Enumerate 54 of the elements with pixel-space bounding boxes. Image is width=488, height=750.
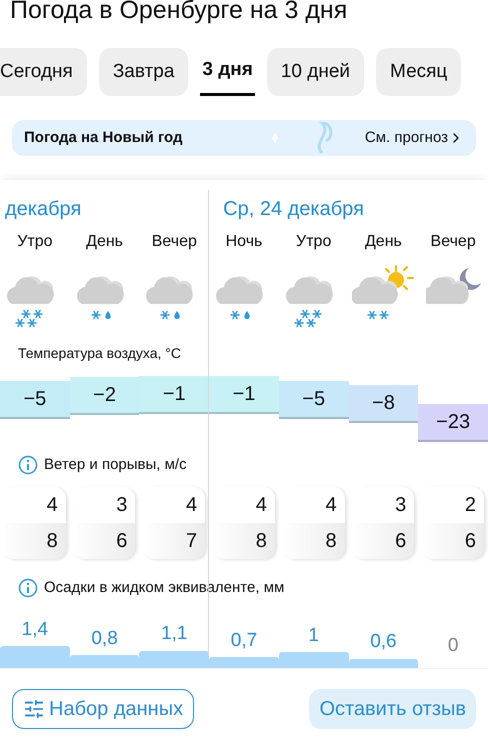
wind-speed: 4 bbox=[186, 492, 198, 518]
precipitation-value: 0,8 bbox=[91, 626, 118, 651]
period-label: День bbox=[86, 232, 124, 252]
precipitation-value: 1,1 bbox=[161, 622, 188, 646]
forecast-link[interactable]: См. прогноз bbox=[364, 126, 464, 150]
wind-speed: 3 bbox=[116, 492, 128, 518]
period-tab[interactable]: Сегодня bbox=[0, 48, 87, 96]
gust-speed: 7 bbox=[186, 528, 198, 554]
info-icon[interactable] bbox=[18, 578, 38, 598]
section-label: Осадки в жидком эквиваленте, мм bbox=[44, 578, 284, 598]
period-tab[interactable]: Завтра bbox=[98, 48, 188, 96]
gust-speed: 8 bbox=[256, 528, 267, 554]
page-title: Погода в Оренбурге на 3 дня bbox=[10, 0, 348, 24]
wind-speed: 4 bbox=[256, 492, 267, 518]
info-icon[interactable] bbox=[18, 455, 38, 476]
precipitation-value: 0 bbox=[448, 634, 458, 658]
temperature-bar: −2 bbox=[70, 377, 140, 416]
gust-speed: 8 bbox=[325, 528, 337, 554]
section-label: Температура воздуха, °C bbox=[18, 345, 181, 361]
temperature-bar: −1 bbox=[209, 376, 279, 414]
precipitation-value: 1,4 bbox=[22, 618, 48, 642]
gust-speed: 6 bbox=[395, 528, 406, 554]
gust-speed: 6 bbox=[464, 528, 476, 554]
section-label: Ветер и порывы, м/с bbox=[44, 455, 187, 475]
period-tab[interactable]: Месяц bbox=[376, 48, 462, 96]
moon-cloud-icon bbox=[426, 267, 484, 305]
day-heading: Ср, 24 декабря bbox=[223, 198, 364, 220]
period-label: Утро bbox=[17, 232, 52, 252]
precipitation-value: 1 bbox=[308, 624, 319, 648]
wind-speed: 2 bbox=[464, 492, 476, 518]
wind-speed: 4 bbox=[325, 492, 337, 518]
gust-speed: 6 bbox=[116, 528, 128, 554]
banner-title: Погода на Новый год bbox=[24, 128, 183, 148]
dataset-button[interactable]: Набор данных bbox=[12, 689, 194, 729]
day-heading: декабря bbox=[5, 198, 82, 220]
period-label: Вечер bbox=[152, 232, 197, 252]
temperature-bar: −8 bbox=[348, 384, 418, 423]
temperature-bar: −5 bbox=[278, 381, 349, 420]
period-tab[interactable]: 10 дней bbox=[266, 48, 364, 96]
period-label: День bbox=[364, 232, 402, 252]
wind-speed: 3 bbox=[395, 492, 406, 518]
period-label: Ночь bbox=[226, 232, 262, 252]
new-year-banner[interactable]: Погода на Новый год См. прогноз bbox=[12, 120, 476, 156]
period-label: Вечер bbox=[430, 232, 476, 252]
precipitation-value: 0,6 bbox=[370, 630, 397, 654]
period-label: Утро bbox=[296, 232, 332, 252]
sliders-icon bbox=[23, 698, 45, 720]
precipitation-value: 0,7 bbox=[230, 628, 258, 652]
wind-speed: 4 bbox=[46, 492, 58, 518]
temperature-bar: −1 bbox=[139, 376, 210, 414]
temperature-bar: −5 bbox=[0, 381, 70, 420]
gust-speed: 8 bbox=[46, 528, 58, 554]
temperature-bar: −23 bbox=[418, 404, 488, 442]
period-tab[interactable]: 3 дня bbox=[200, 48, 255, 96]
